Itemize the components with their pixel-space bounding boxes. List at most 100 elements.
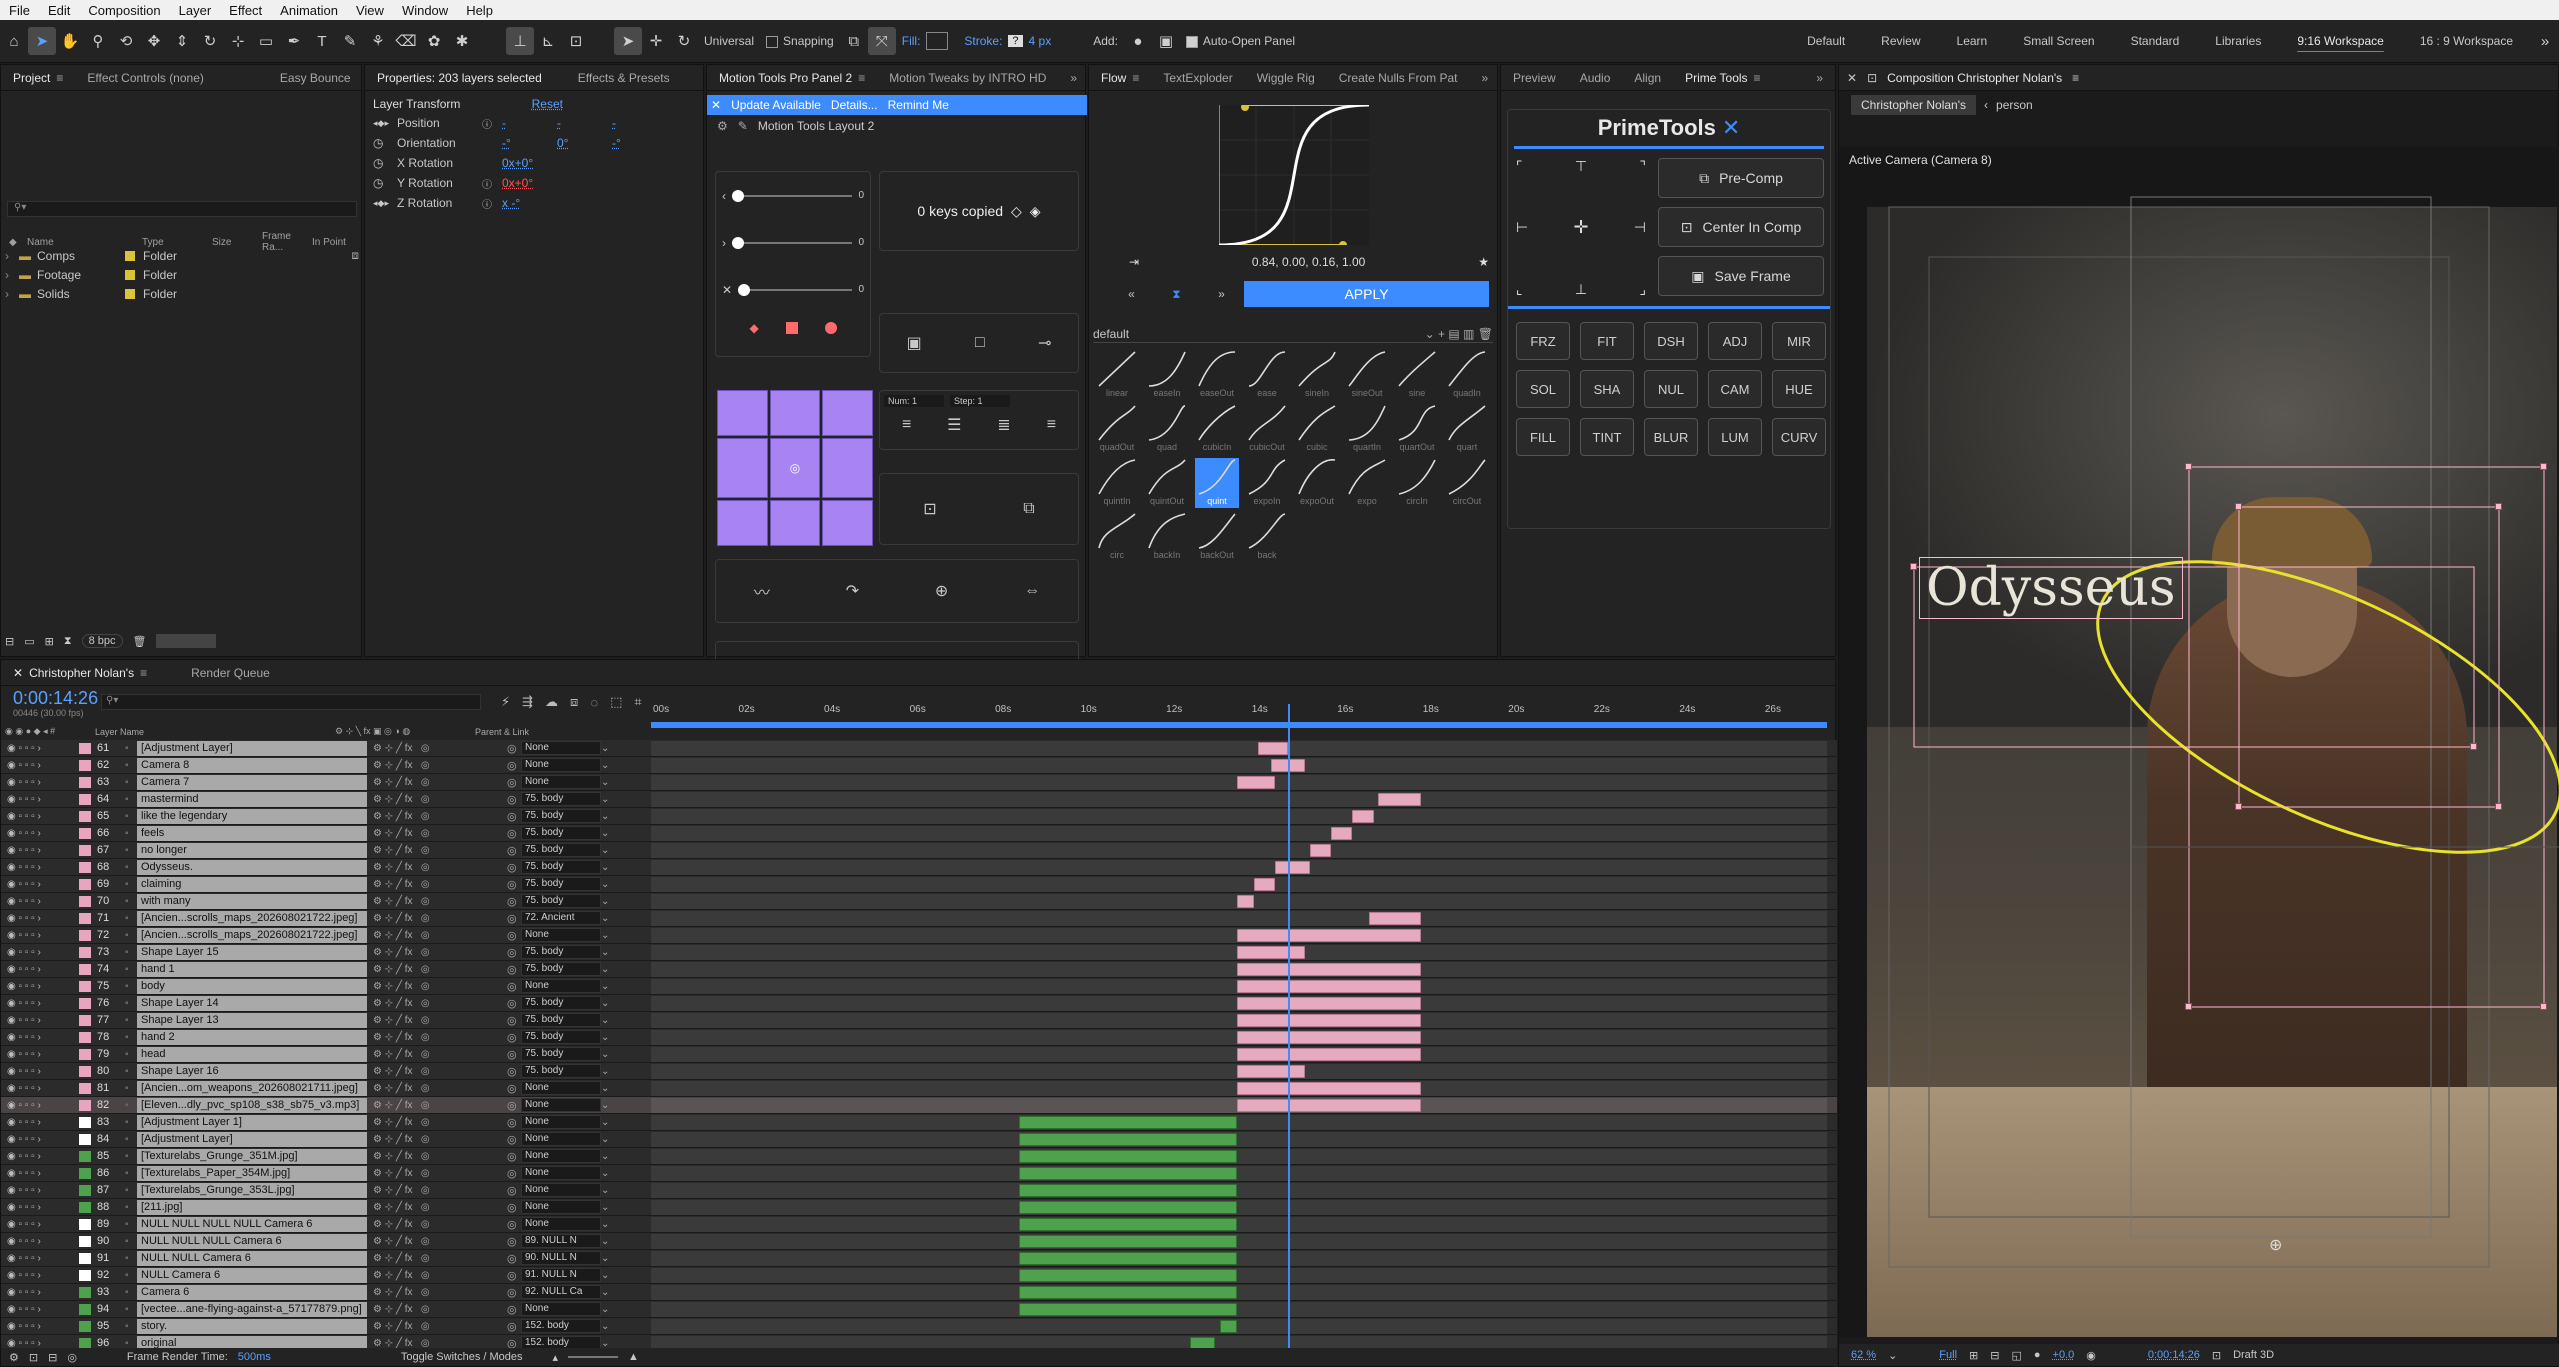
- bezier-curve-graph[interactable]: [1219, 105, 1369, 245]
- pt-button-lum[interactable]: LUM: [1708, 418, 1762, 456]
- chevron-down-icon[interactable]: ⌄: [601, 1083, 613, 1094]
- workspace-learn[interactable]: Learn: [1939, 34, 2006, 48]
- layer-row[interactable]: ◉ ▫ ▫ ▫ › 84 ▪ [Adjustment Layer] ⚙ ⊹ ╱ fx ◎…: [1, 1131, 1837, 1148]
- layer-switches[interactable]: ⚙ ⊹ ╱ fx ◎: [367, 760, 507, 771]
- chevron-down-icon[interactable]: ⌄: [601, 1219, 613, 1230]
- slider-knob[interactable]: [738, 284, 750, 296]
- layer-switches[interactable]: ⚙ ⊹ ╱ fx ◎: [367, 1032, 507, 1043]
- mirror-ease-icon[interactable]: ⧗: [1154, 287, 1199, 302]
- layer-row[interactable]: ◉ ▫ ▫ ▫ › 61 ▪ [Adjustment Layer] ⚙ ⊹ ╱ fx ◎…: [1, 740, 1837, 757]
- layer-row[interactable]: ◉ ▫ ▫ ▫ › 77 ▪ Shape Layer 13 ⚙ ⊹ ╱ fx ◎ ◎ 75.…: [1, 1012, 1837, 1029]
- ease-easein[interactable]: easeIn: [1145, 350, 1189, 400]
- list-item[interactable]: › ▬ Comps Folder ⧈: [5, 246, 359, 265]
- chevron-down-icon[interactable]: ⌄: [601, 947, 613, 958]
- av-switches[interactable]: ◉ ▫ ▫ ▫ ›: [1, 947, 79, 958]
- panel-overflow-icon[interactable]: »: [1058, 71, 1089, 85]
- layer-switches[interactable]: ⚙ ⊹ ╱ fx ◎: [367, 1236, 507, 1247]
- parent-select[interactable]: 89. NULL N: [521, 1234, 601, 1248]
- menu-help[interactable]: Help: [457, 3, 502, 18]
- color-icon[interactable]: ●: [2034, 1349, 2041, 1361]
- av-switches[interactable]: ◉ ▫ ▫ ▫ ›: [1, 1117, 79, 1128]
- av-switches[interactable]: ◉ ▫ ▫ ▫ ›: [1, 981, 79, 992]
- transform-handle[interactable]: [2235, 803, 2242, 810]
- pickwhip-icon[interactable]: ◎: [507, 1184, 521, 1197]
- prop-value[interactable]: -: [557, 116, 612, 130]
- layer-row[interactable]: ◉ ▫ ▫ ▫ › 86 ▪ [Texturelabs_Paper_354M.jpg]…: [1, 1165, 1837, 1182]
- draft-3d-icon[interactable]: ⚡: [501, 694, 510, 710]
- layer-duration-bar[interactable]: [1237, 1014, 1421, 1027]
- layer-duration-bar[interactable]: [1019, 1167, 1237, 1180]
- av-switches[interactable]: ◉ ▫ ▫ ▫ ›: [1, 1304, 79, 1315]
- tab-motion-tweaks[interactable]: Motion Tweaks by INTRO HD: [877, 71, 1058, 85]
- parent-select[interactable]: 75. body: [521, 962, 601, 976]
- chevron-down-icon[interactable]: ⌄: [601, 1151, 613, 1162]
- layer-duration-bar[interactable]: [1237, 997, 1421, 1010]
- layer-duration-bar[interactable]: [1237, 963, 1421, 976]
- layer-duration-bar[interactable]: [1237, 1099, 1421, 1112]
- pickwhip-icon[interactable]: ◎: [507, 810, 521, 823]
- parent-select[interactable]: 75. body: [521, 1013, 601, 1027]
- anchor-top-center[interactable]: [770, 390, 821, 436]
- prev-ease-icon[interactable]: «: [1109, 287, 1154, 301]
- parent-select[interactable]: None: [521, 1166, 601, 1180]
- av-switches[interactable]: ◉ ▫ ▫ ▫ ›: [1, 1338, 79, 1349]
- prop-value[interactable]: 0x+0°: [502, 176, 533, 190]
- layer-row[interactable]: ◉ ▫ ▫ ▫ › 68 ▪ Odysseus. ⚙ ⊹ ╱ fx ◎ ◎ 75. body…: [1, 859, 1837, 876]
- pickwhip-icon[interactable]: ◎: [507, 1048, 521, 1061]
- parent-select[interactable]: 75. body: [521, 809, 601, 823]
- layer-row[interactable]: ◉ ▫ ▫ ▫ › 79 ▪ head ⚙ ⊹ ╱ fx ◎ ◎ 75. body ⌄: [1, 1046, 1837, 1063]
- prop-value[interactable]: 0x+0°: [502, 156, 533, 170]
- av-switches[interactable]: ◉ ▫ ▫ ▫ ›: [1, 1151, 79, 1162]
- av-switches[interactable]: ◉ ▫ ▫ ▫ ›: [1, 896, 79, 907]
- selection-tool-icon[interactable]: ➤: [28, 27, 56, 55]
- layer-switches[interactable]: ⚙ ⊹ ╱ fx ◎: [367, 1270, 507, 1281]
- split-box-icon[interactable]: ⧉: [1023, 500, 1034, 518]
- label-color-swatch[interactable]: [79, 1151, 91, 1162]
- layer-switches[interactable]: ⚙ ⊹ ╱ fx ◎: [367, 1117, 507, 1128]
- panel-menu-icon[interactable]: ≡: [140, 666, 147, 680]
- align-center-icon[interactable]: ☰: [947, 415, 961, 435]
- chevron-down-icon[interactable]: ⌄: [601, 1202, 613, 1213]
- label-color-swatch[interactable]: [79, 964, 91, 975]
- layer-duration-bar[interactable]: [1237, 1048, 1421, 1061]
- parent-select[interactable]: 75. body: [521, 1030, 601, 1044]
- transform-handle[interactable]: [2185, 463, 2192, 470]
- slider-value[interactable]: 0: [858, 284, 864, 295]
- new-comp-icon[interactable]: ⊞: [45, 635, 54, 648]
- layer-duration-bar[interactable]: [1019, 1150, 1237, 1163]
- pickwhip-icon[interactable]: ◎: [507, 1201, 521, 1214]
- pickwhip-icon[interactable]: ◎: [507, 1286, 521, 1299]
- expand-arrow-icon[interactable]: ›: [5, 287, 19, 301]
- parent-select[interactable]: 75. body: [521, 792, 601, 806]
- layer-row[interactable]: ◉ ▫ ▫ ▫ › 87 ▪ [Texturelabs_Grunge_353L.jpg…: [1, 1182, 1837, 1199]
- comp-viewer[interactable]: Active Camera (Camera 8) Odysseus ⊕: [1839, 147, 2559, 1337]
- layer-switches[interactable]: ⚙ ⊹ ╱ fx ◎: [367, 1304, 507, 1315]
- layer-name[interactable]: [Adjustment Layer 1]: [137, 1115, 367, 1130]
- panel-overflow-icon[interactable]: »: [1469, 71, 1500, 85]
- universal-label[interactable]: Universal: [704, 34, 754, 48]
- parent-select[interactable]: None: [521, 1200, 601, 1214]
- menu-animation[interactable]: Animation: [271, 3, 347, 18]
- keyframe-nav-icon[interactable]: ◂◆▸: [373, 198, 385, 209]
- transform-handle[interactable]: [2495, 803, 2502, 810]
- pickwhip-icon[interactable]: ◎: [507, 827, 521, 840]
- av-switches[interactable]: ◉ ▫ ▫ ▫ ›: [1, 998, 79, 1009]
- chevron-down-icon[interactable]: ⌄: [601, 828, 613, 839]
- layer-name[interactable]: with many: [137, 894, 367, 909]
- layer-switches[interactable]: ⚙ ⊹ ╱ fx ◎: [367, 743, 507, 754]
- transform-handle[interactable]: [2495, 503, 2502, 510]
- label-color-swatch[interactable]: [79, 743, 91, 754]
- layer-switches[interactable]: ⚙ ⊹ ╱ fx ◎: [367, 1015, 507, 1026]
- label-color-swatch[interactable]: [79, 1066, 91, 1077]
- layer-switches[interactable]: ⚙ ⊹ ╱ fx ◎: [367, 947, 507, 958]
- ease-quint[interactable]: quint: [1195, 458, 1239, 508]
- layer-name[interactable]: story.: [137, 1319, 367, 1334]
- parent-select[interactable]: None: [521, 1183, 601, 1197]
- layer-duration-bar[interactable]: [1019, 1235, 1237, 1248]
- anchor-point-icon[interactable]: ⊕: [2269, 1235, 2282, 1255]
- arrow-mode-icon[interactable]: ➤: [614, 27, 642, 55]
- parent-select[interactable]: 75. body: [521, 826, 601, 840]
- pickwhip-icon[interactable]: ◎: [507, 1065, 521, 1078]
- align-justify-icon[interactable]: ≡: [1047, 416, 1056, 434]
- keyframe-nav-icon[interactable]: ◂◆▸: [373, 118, 385, 129]
